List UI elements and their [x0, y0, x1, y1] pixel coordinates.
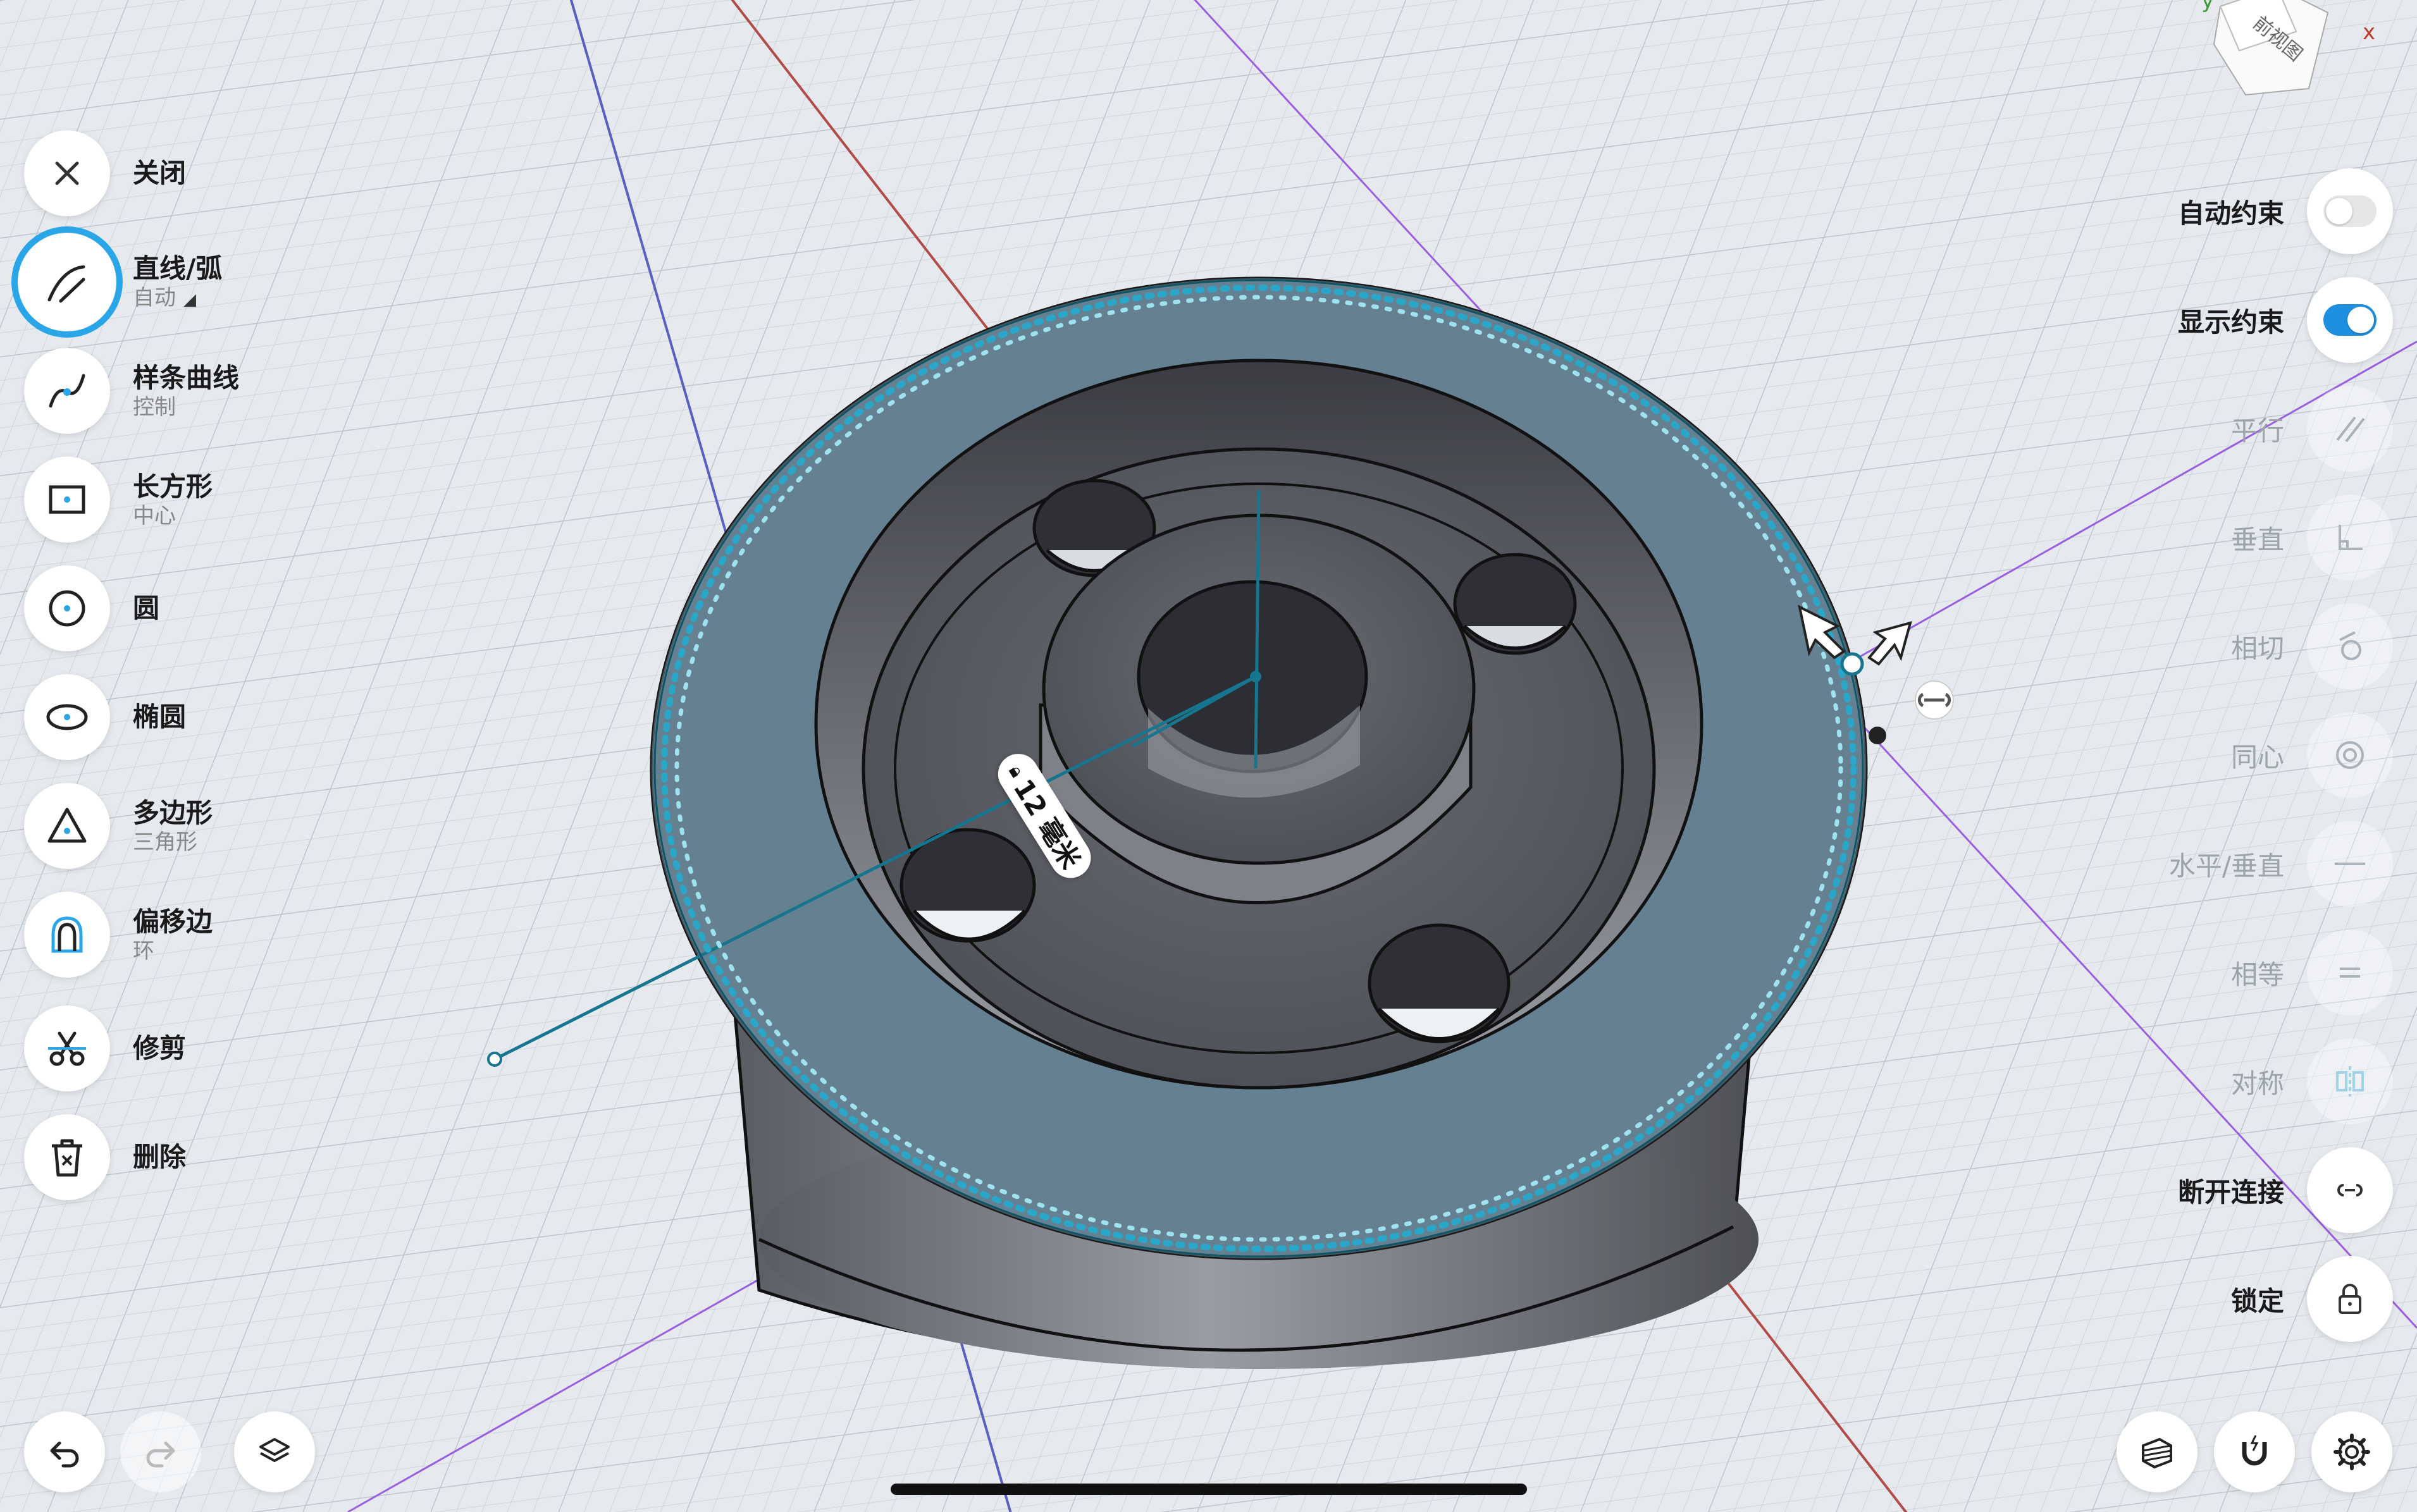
constraint-label: 同心: [2230, 741, 2284, 773]
close-button[interactable]: [24, 130, 110, 216]
tool-spline[interactable]: 样条曲线 控制: [24, 347, 239, 435]
constraint-disconnect[interactable]: 断开连接: [2178, 1146, 2393, 1234]
parallel-icon: [2336, 416, 2365, 443]
triangle-icon: [47, 808, 87, 843]
constraint-label: 锁定: [2230, 1285, 2284, 1317]
rectangle-icon: [49, 485, 85, 514]
constraint-label: 平行: [2230, 415, 2284, 446]
tool-mode: 三角形: [133, 830, 197, 855]
tool-label: 偏移边: [133, 906, 213, 937]
tangent-icon: [2339, 631, 2361, 660]
horizontal-icon: [2335, 863, 2365, 865]
tool-line-arc[interactable]: 直线/弧 自动 ◢: [24, 238, 222, 326]
constraint-label: 水平/垂直: [2168, 850, 2284, 882]
gear-icon: [2334, 1434, 2370, 1470]
constraint-label: 显示约束: [2177, 306, 2284, 338]
constraint-concentric[interactable]: 同心: [2231, 711, 2393, 799]
lock-icon: 🔒︎: [1004, 761, 1029, 782]
constraint-lock[interactable]: 锁定: [2231, 1255, 2393, 1343]
symmetry-icon: [2336, 1066, 2364, 1097]
tool-label: 删除: [133, 1141, 187, 1172]
auto-constraint-toggle[interactable]: [2323, 195, 2377, 227]
constraint-label: 断开连接: [2177, 1176, 2284, 1208]
circle-icon: [49, 590, 85, 627]
polygon-button[interactable]: [24, 783, 110, 869]
constraint-auto[interactable]: 自动约束: [2178, 167, 2393, 255]
circle-button[interactable]: [24, 565, 110, 651]
tool-trim[interactable]: 修剪: [24, 1004, 186, 1093]
offset-edge-button[interactable]: [24, 892, 110, 978]
snap-button[interactable]: [2214, 1411, 2295, 1492]
ellipse-icon: [46, 704, 88, 730]
tool-label: 椭圆: [133, 701, 187, 732]
settings-button[interactable]: [2311, 1411, 2392, 1492]
show-constraint-toggle[interactable]: [2323, 304, 2377, 336]
tool-mode: 中心: [133, 503, 176, 529]
line-arc-icon: [47, 265, 85, 303]
render-mode-icon: [2142, 1437, 2172, 1469]
view-cube[interactable]: 前视图 x y: [2201, 0, 2378, 108]
tool-mode: 控制: [133, 395, 176, 420]
offset-icon: [51, 916, 83, 953]
tool-mode: 自动: [133, 285, 176, 310]
layers-button[interactable]: [234, 1411, 315, 1492]
constraint-show[interactable]: 显示约束: [2178, 276, 2393, 364]
tool-polygon[interactable]: 多边形 三角形: [24, 782, 213, 870]
constraint-label: 自动约束: [2177, 197, 2284, 229]
perpendicular-icon: [2339, 525, 2363, 550]
constraint-equal[interactable]: 相等: [2231, 928, 2393, 1017]
3d-viewport[interactable]: 🔒︎ 12 毫米 前视图 x y: [0, 0, 2417, 1512]
tool-offset-edge[interactable]: 偏移边 环: [24, 890, 213, 979]
scene-canvas[interactable]: [0, 0, 2417, 1512]
tool-close[interactable]: 关闭: [24, 129, 186, 218]
trim-button[interactable]: [24, 1005, 110, 1091]
undo-button[interactable]: [24, 1411, 105, 1492]
trash-icon: [52, 1139, 82, 1177]
tool-label: 修剪: [133, 1033, 187, 1064]
equal-icon: [2340, 968, 2360, 978]
constraint-label: 相等: [2230, 959, 2284, 990]
tool-label: 关闭: [133, 157, 187, 188]
delete-button[interactable]: [24, 1114, 110, 1200]
constraint-label: 对称: [2230, 1067, 2284, 1099]
tool-rectangle[interactable]: 长方形 中心: [24, 455, 213, 544]
tool-ellipse[interactable]: 椭圆: [24, 673, 186, 761]
tool-circle[interactable]: 圆: [24, 564, 159, 653]
home-indicator[interactable]: [891, 1484, 1527, 1495]
tool-label: 长方形: [133, 471, 213, 502]
constraint-symmetric[interactable]: 对称: [2231, 1037, 2393, 1126]
scissors-icon: [48, 1031, 86, 1066]
tool-label: 样条曲线: [133, 362, 240, 393]
line-arc-button[interactable]: [24, 239, 110, 325]
lock-icon: [2339, 1284, 2361, 1314]
constraint-horizontal-vertical[interactable]: 水平/垂直: [2169, 820, 2393, 908]
rectangle-button[interactable]: [24, 457, 110, 543]
constraint-perpendicular[interactable]: 垂直: [2231, 493, 2393, 582]
constraint-parallel[interactable]: 平行: [2231, 384, 2393, 473]
tool-delete[interactable]: 删除: [24, 1113, 186, 1202]
tool-label: 多边形: [133, 797, 213, 828]
redo-button[interactable]: [120, 1411, 201, 1492]
redo-icon: [146, 1441, 175, 1468]
magnet-icon: [2242, 1435, 2267, 1466]
dropdown-triangle-icon[interactable]: ◢: [183, 290, 196, 309]
concentric-icon: [2336, 741, 2364, 769]
close-icon: [55, 161, 79, 185]
spline-icon: [49, 374, 85, 408]
layers-icon: [259, 1438, 290, 1462]
undo-icon: [50, 1441, 79, 1468]
tool-label: 圆: [133, 593, 160, 624]
axis-y-label: y: [2201, 0, 2214, 13]
unlink-icon: [2337, 1184, 2363, 1196]
tool-mode: 环: [133, 938, 154, 964]
render-mode-button[interactable]: [2117, 1411, 2198, 1492]
constraint-label: 垂直: [2230, 524, 2284, 555]
axis-x-label: x: [2363, 20, 2375, 45]
constraint-tangent[interactable]: 相切: [2231, 602, 2393, 691]
tool-label: 直线/弧: [133, 252, 223, 284]
spline-button[interactable]: [24, 348, 110, 434]
constraint-label: 相切: [2230, 632, 2284, 664]
ellipse-button[interactable]: [24, 674, 110, 760]
